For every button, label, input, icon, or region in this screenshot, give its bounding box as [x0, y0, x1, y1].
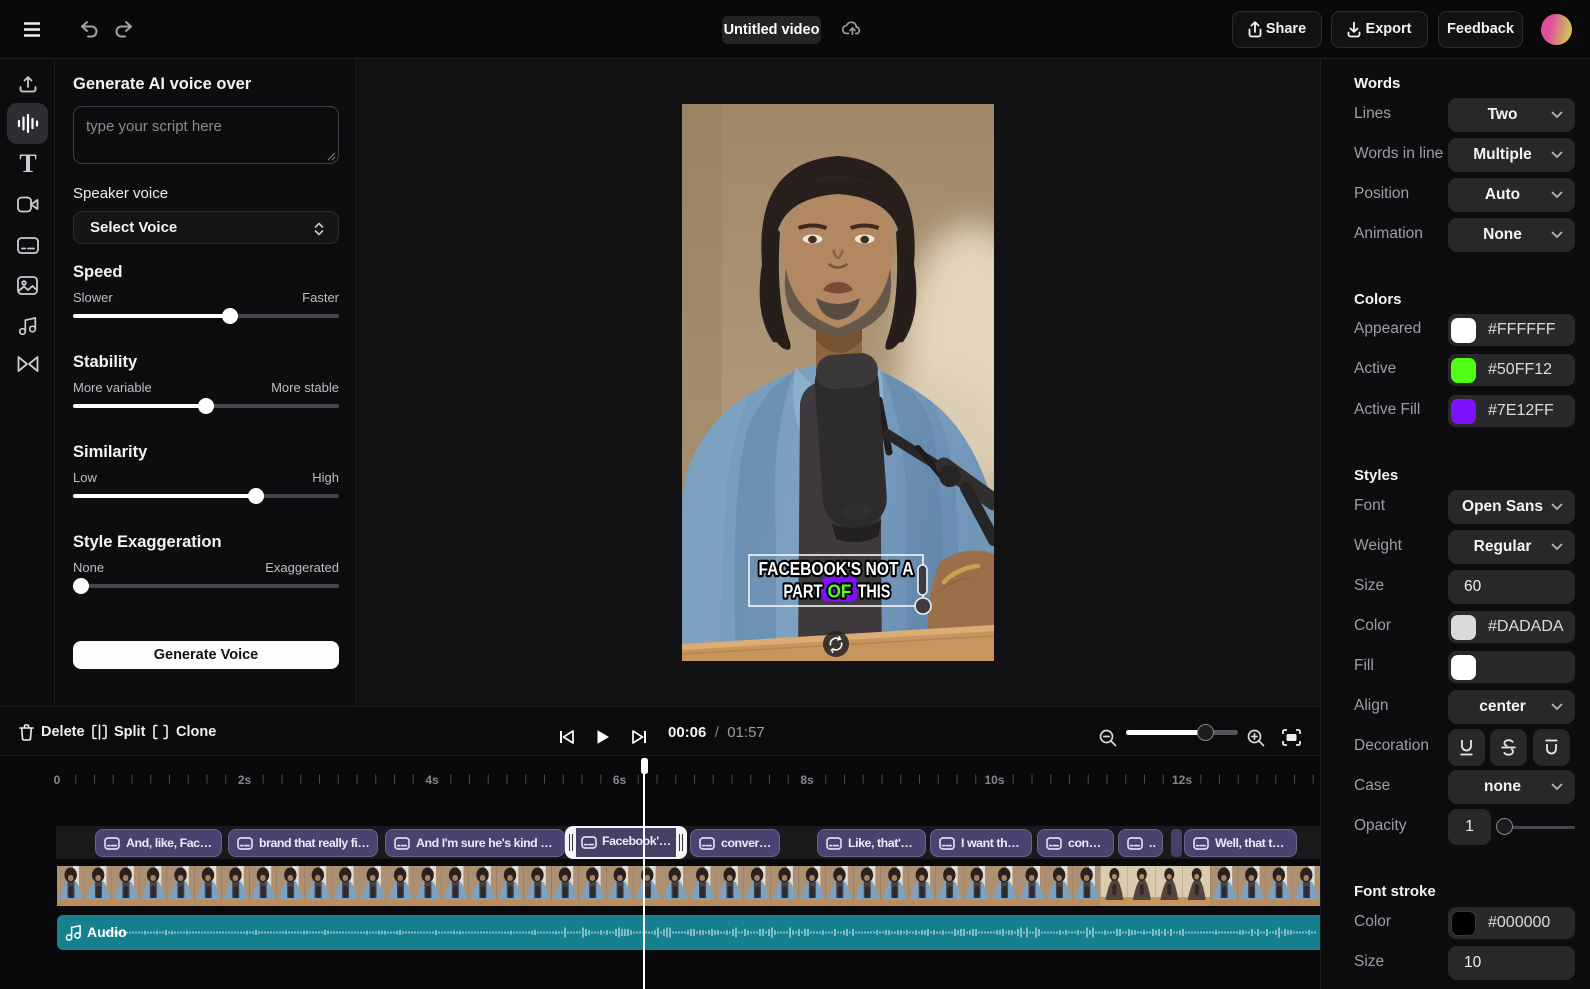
svg-text:10s: 10s	[984, 773, 1004, 787]
svg-text:OF: OF	[828, 581, 852, 602]
svg-text:0: 0	[54, 773, 61, 787]
svg-text:6s: 6s	[613, 773, 627, 787]
svg-text:FACEBOOK'S NOT A: FACEBOOK'S NOT A	[759, 559, 914, 580]
svg-text:12s: 12s	[1172, 773, 1192, 787]
svg-text:8s: 8s	[800, 773, 814, 787]
svg-text:2s: 2s	[238, 773, 252, 787]
svg-text:PART: PART	[783, 581, 823, 602]
svg-text:4s: 4s	[425, 773, 439, 787]
svg-text:THIS: THIS	[858, 581, 891, 602]
